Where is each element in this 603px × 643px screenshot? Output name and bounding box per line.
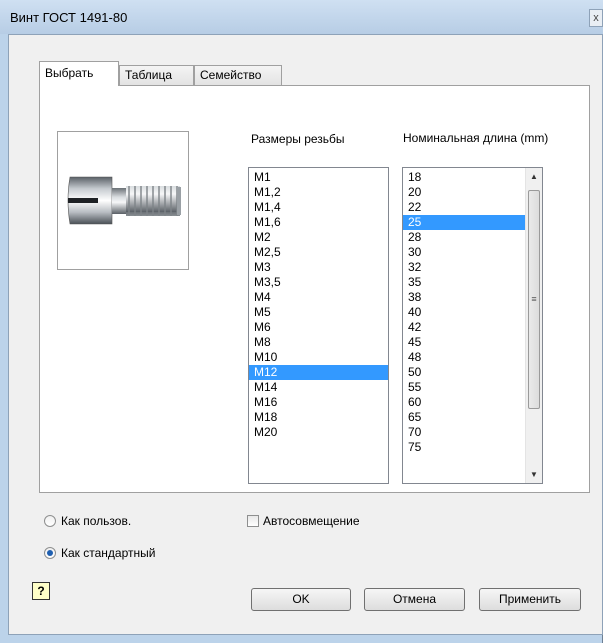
screw-preview — [57, 131, 189, 270]
list-item[interactable]: M16 — [249, 395, 388, 410]
list-item[interactable]: M3 — [249, 260, 388, 275]
list-item[interactable]: 60 — [403, 395, 526, 410]
thread-sizes-list[interactable]: M1 M1,2 M1,4 M1,6 M2 M2,5 M3 M3,5 M4 M5 M6 M8 M10 M12… — [248, 167, 389, 484]
tab-select[interactable]: Выбрать — [39, 61, 119, 86]
list-item[interactable]: 28 — [403, 230, 526, 245]
list-item[interactable]: 32 — [403, 260, 526, 275]
list-item[interactable]: 65 — [403, 410, 526, 425]
checkbox-autoplace-box[interactable] — [247, 515, 259, 527]
scrollbar-thumb[interactable]: ≡ — [528, 190, 540, 409]
list-item[interactable]: 30 — [403, 245, 526, 260]
radio-as-standard[interactable]: Как стандартный — [44, 545, 155, 561]
list-item[interactable]: 35 — [403, 275, 526, 290]
list-item[interactable]: M10 — [249, 350, 388, 365]
list-item[interactable]: 40 — [403, 305, 526, 320]
close-button[interactable]: x — [589, 9, 603, 27]
list-item[interactable]: M2 — [249, 230, 388, 245]
checkbox-autoplace[interactable]: Автосовмещение — [247, 513, 360, 529]
list-item[interactable]: M1 — [249, 170, 388, 185]
tab-family[interactable]: Семейство — [194, 65, 282, 85]
list-item[interactable]: M14 — [249, 380, 388, 395]
screw-icon — [67, 176, 181, 225]
list-item[interactable]: 42 — [403, 320, 526, 335]
list-item[interactable]: M20 — [249, 425, 388, 440]
help-icon[interactable]: ? — [32, 582, 50, 600]
list-item[interactable]: 70 — [403, 425, 526, 440]
list-item[interactable]: M12 — [249, 365, 388, 380]
tab-table[interactable]: Таблица — [119, 65, 194, 85]
radio-as-standard-label: Как стандартный — [61, 546, 156, 560]
radio-as-user-indicator[interactable] — [44, 515, 56, 527]
ok-button[interactable]: OK — [251, 588, 351, 611]
list-item[interactable]: M1,6 — [249, 215, 388, 230]
nominal-length-list[interactable]: 18 20 22 25 28 30 32 35 38 40 42 45 48 50 55 60 65 70 75 ▲… — [402, 167, 543, 484]
list-item[interactable]: M8 — [249, 335, 388, 350]
list-item[interactable]: 50 — [403, 365, 526, 380]
list-item[interactable]: 55 — [403, 380, 526, 395]
radio-as-user-label: Как пользов. — [61, 514, 132, 528]
radio-as-standard-indicator[interactable] — [44, 547, 56, 559]
tab-panel-select: Размеры резьбы Номинальная длина (mm) M1… — [39, 85, 590, 493]
list-item[interactable]: 48 — [403, 350, 526, 365]
nominal-length-header: Номинальная длина (mm) — [403, 131, 549, 145]
list-item[interactable]: 45 — [403, 335, 526, 350]
nominal-length-items: 18 20 22 25 28 30 32 35 38 40 42 45 48 50 55 60 65 70 75 — [403, 168, 526, 455]
list-item[interactable]: 25 — [403, 215, 526, 230]
list-item[interactable]: 20 — [403, 185, 526, 200]
list-item[interactable]: M1,2 — [249, 185, 388, 200]
list-item[interactable]: M3,5 — [249, 275, 388, 290]
checkbox-autoplace-label: Автосовмещение — [263, 514, 360, 528]
list-item[interactable]: M18 — [249, 410, 388, 425]
cancel-button[interactable]: Отмена — [364, 588, 465, 611]
dialog-client-area: Выбрать Таблица Семейство Размеры резьбы… — [8, 34, 603, 635]
thread-sizes-header: Размеры резьбы — [251, 132, 345, 146]
apply-button[interactable]: Применить — [479, 588, 581, 611]
window-title: Винт ГОСТ 1491-80 — [10, 10, 128, 25]
thread-sizes-items: M1 M1,2 M1,4 M1,6 M2 M2,5 M3 M3,5 M4 M5 M6 M8 M10 M12… — [249, 168, 388, 440]
list-item[interactable]: M1,4 — [249, 200, 388, 215]
title-bar[interactable]: Винт ГОСТ 1491-80 x — [0, 0, 603, 34]
list-item[interactable]: M4 — [249, 290, 388, 305]
list-item[interactable]: M2,5 — [249, 245, 388, 260]
list-item[interactable]: 75 — [403, 440, 526, 455]
list-item[interactable]: 18 — [403, 170, 526, 185]
nominal-length-scrollbar[interactable]: ▲ ≡ ▼ — [525, 168, 542, 483]
scroll-down-arrow-icon[interactable]: ▼ — [526, 466, 542, 483]
list-item[interactable]: M5 — [249, 305, 388, 320]
radio-as-user[interactable]: Как пользов. — [44, 513, 131, 529]
dialog-window: Винт ГОСТ 1491-80 x Выбрать Таблица Семе… — [0, 0, 603, 643]
list-item[interactable]: 38 — [403, 290, 526, 305]
scroll-up-arrow-icon[interactable]: ▲ — [526, 168, 542, 185]
list-item[interactable]: 22 — [403, 200, 526, 215]
list-item[interactable]: M6 — [249, 320, 388, 335]
